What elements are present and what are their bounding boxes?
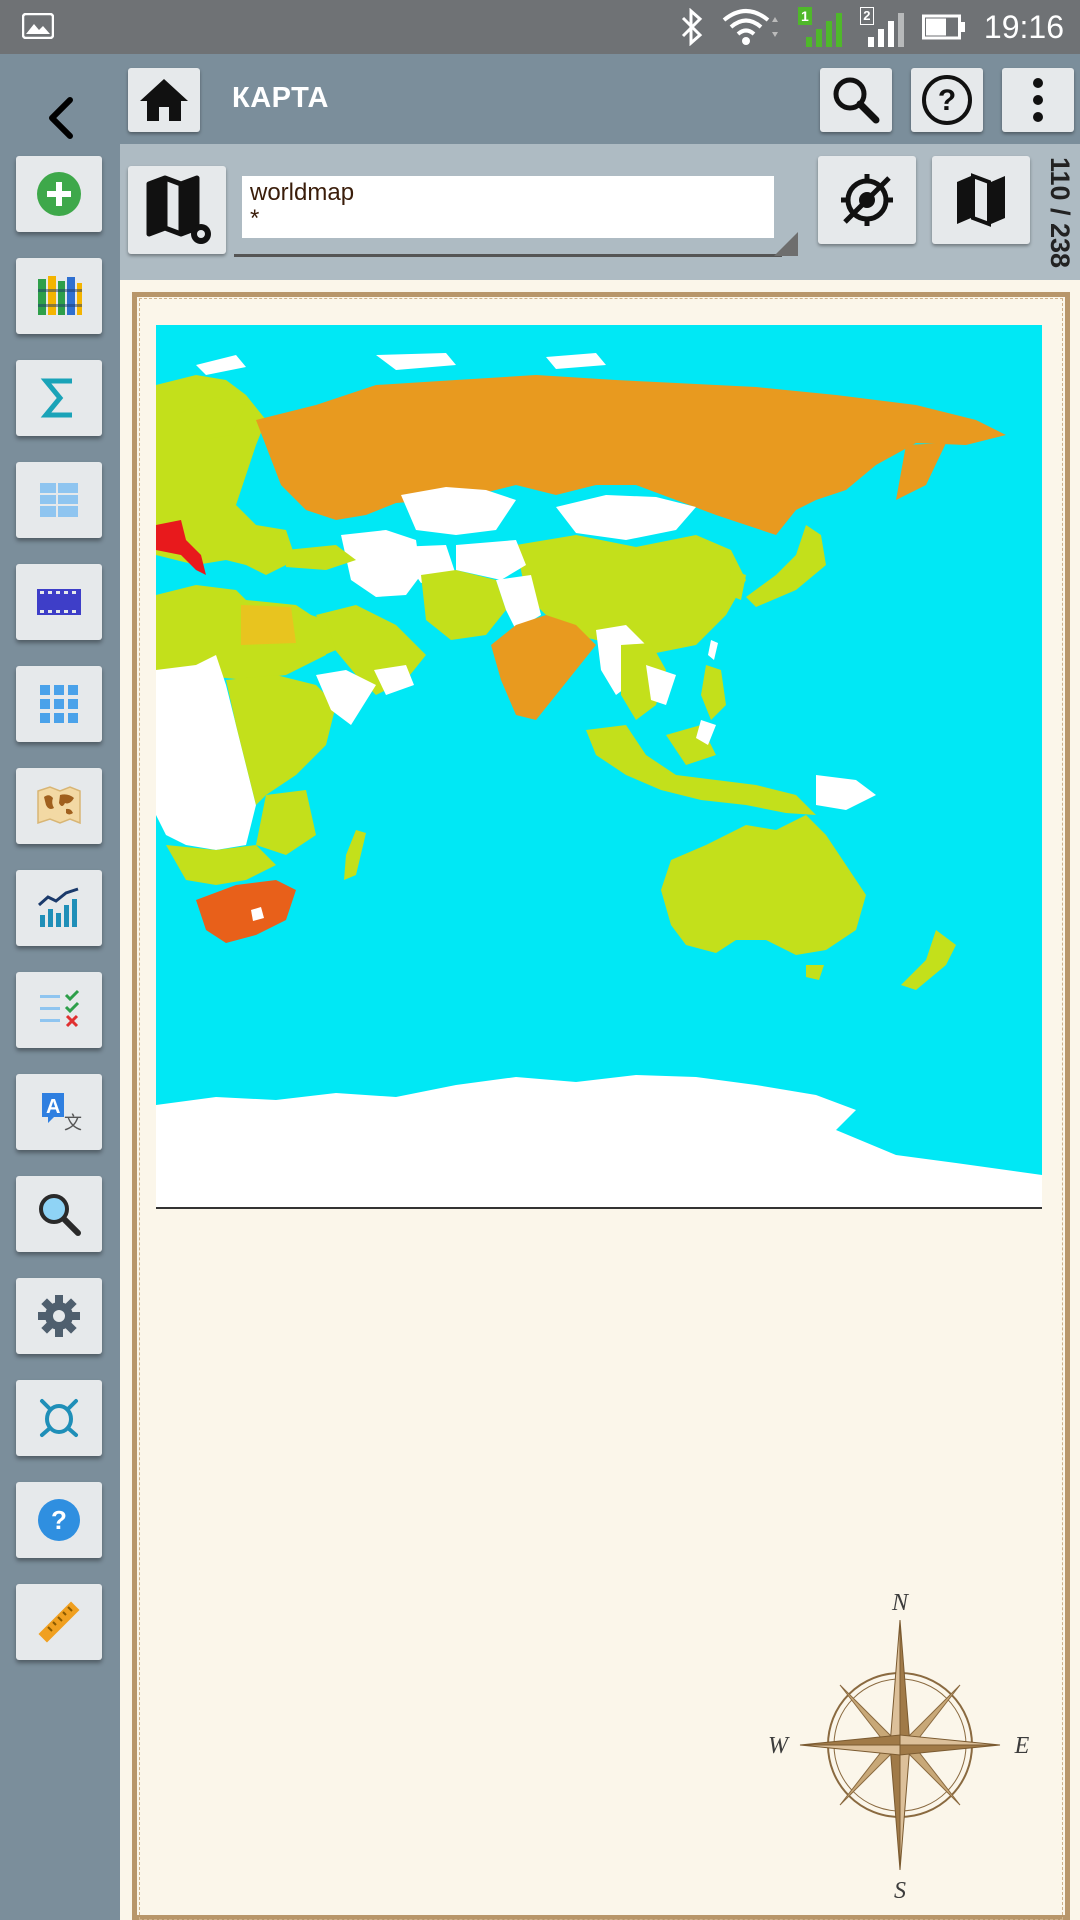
map-icon xyxy=(957,173,1005,227)
svg-text:文: 文 xyxy=(64,1113,82,1133)
bluetooth-icon xyxy=(681,8,703,46)
compass-west-label: W xyxy=(768,1733,790,1759)
books-icon xyxy=(38,276,82,315)
location-off-icon xyxy=(841,174,893,226)
sidebar-item-add[interactable] xyxy=(16,156,102,232)
region-southern-africa[interactable] xyxy=(166,845,276,885)
region-new-zealand[interactable] xyxy=(901,930,956,990)
map-filter-value: * xyxy=(250,205,260,232)
map-settings-icon xyxy=(146,175,211,244)
svg-text:A: A xyxy=(46,1096,60,1118)
sidebar-item-translate[interactable]: A 文 xyxy=(16,1074,102,1150)
signal-icon: 1 xyxy=(797,7,842,47)
compass-east-label: E xyxy=(1014,1733,1030,1759)
gear-icon xyxy=(38,1295,80,1337)
sidebar-item-world-map[interactable] xyxy=(16,768,102,844)
map-settings-button[interactable] xyxy=(128,166,226,254)
table-icon xyxy=(40,483,78,517)
back-icon[interactable] xyxy=(36,88,84,148)
sidebar-item-checklist[interactable] xyxy=(16,972,102,1048)
map-panel: N S E W xyxy=(120,280,1080,1920)
sidebar: A 文 ? xyxy=(0,54,120,1920)
sidebar-item-ruler[interactable] xyxy=(16,1584,102,1660)
sidebar-item-settings[interactable] xyxy=(16,1278,102,1354)
sidebar-item-library[interactable] xyxy=(16,258,102,334)
map-name-value: worldmap xyxy=(250,179,355,206)
dropdown-corner-icon[interactable] xyxy=(774,232,798,256)
sidebar-item-statistics[interactable] xyxy=(16,870,102,946)
compass-rose: N S E W xyxy=(768,1590,1030,1904)
svg-text:?: ? xyxy=(51,1505,67,1535)
add-circle-icon xyxy=(37,172,81,216)
sidebar-item-bug[interactable] xyxy=(16,1380,102,1456)
magnifier-icon xyxy=(39,1194,81,1236)
region-australia[interactable] xyxy=(661,815,866,955)
sidebar-item-sum[interactable] xyxy=(16,360,102,436)
bar-chart-icon xyxy=(38,887,79,927)
checklist-icon xyxy=(40,989,80,1028)
home-icon xyxy=(140,79,188,121)
sidebar-item-search[interactable] xyxy=(16,1176,102,1252)
gallery-icon xyxy=(22,13,54,39)
wifi-icon xyxy=(722,9,778,45)
search-icon xyxy=(833,77,880,124)
sidebar-item-table[interactable] xyxy=(16,462,102,538)
region-antarctica[interactable] xyxy=(156,1075,1042,1207)
film-strip-icon xyxy=(37,589,81,615)
location-off-button[interactable] xyxy=(818,156,916,244)
region-egypt[interactable] xyxy=(241,605,296,645)
overflow-menu-icon xyxy=(1033,78,1043,122)
overflow-menu-button[interactable] xyxy=(1002,68,1074,132)
sidebar-item-help[interactable]: ? xyxy=(16,1482,102,1558)
compass-south-label: S xyxy=(894,1878,906,1904)
status-bar: 1 2 19:16 xyxy=(0,0,1080,54)
help-button[interactable]: ? xyxy=(911,68,983,132)
translate-icon: A 文 xyxy=(42,1093,82,1133)
home-button[interactable] xyxy=(128,68,200,132)
sigma-icon xyxy=(40,378,72,418)
region-india[interactable] xyxy=(491,615,596,720)
region-central-asia[interactable] xyxy=(401,487,516,535)
region-south-africa[interactable] xyxy=(196,880,296,943)
map-name-field[interactable]: worldmap * xyxy=(242,176,774,238)
map-view-button[interactable] xyxy=(932,156,1030,244)
world-map-icon xyxy=(37,786,81,825)
page-title: КАРТА xyxy=(232,82,329,114)
sidebar-item-grid[interactable] xyxy=(16,666,102,742)
world-map-canvas[interactable] xyxy=(156,325,1042,1207)
map-toolbar: worldmap * 110 / 238 xyxy=(120,144,1080,280)
record-counter: 110 / 238 xyxy=(1045,156,1076,268)
ruler-icon xyxy=(38,1601,80,1643)
compass-north-label: N xyxy=(891,1590,910,1616)
search-button[interactable] xyxy=(820,68,892,132)
status-time: 19:16 xyxy=(983,8,1064,45)
world-map[interactable] xyxy=(156,325,1042,1209)
help-icon: ? xyxy=(922,75,972,125)
app-bar: КАРТА ? xyxy=(120,54,1080,144)
battery-icon xyxy=(921,14,965,40)
region-iran[interactable] xyxy=(421,570,506,640)
grid-icon xyxy=(40,685,78,723)
bug-icon xyxy=(40,1399,78,1437)
field-underline xyxy=(234,254,782,257)
svg-text:?: ? xyxy=(938,84,956,117)
signal-icon: 2 xyxy=(859,7,904,47)
help-circle-icon: ? xyxy=(38,1499,80,1541)
sidebar-item-film[interactable] xyxy=(16,564,102,640)
